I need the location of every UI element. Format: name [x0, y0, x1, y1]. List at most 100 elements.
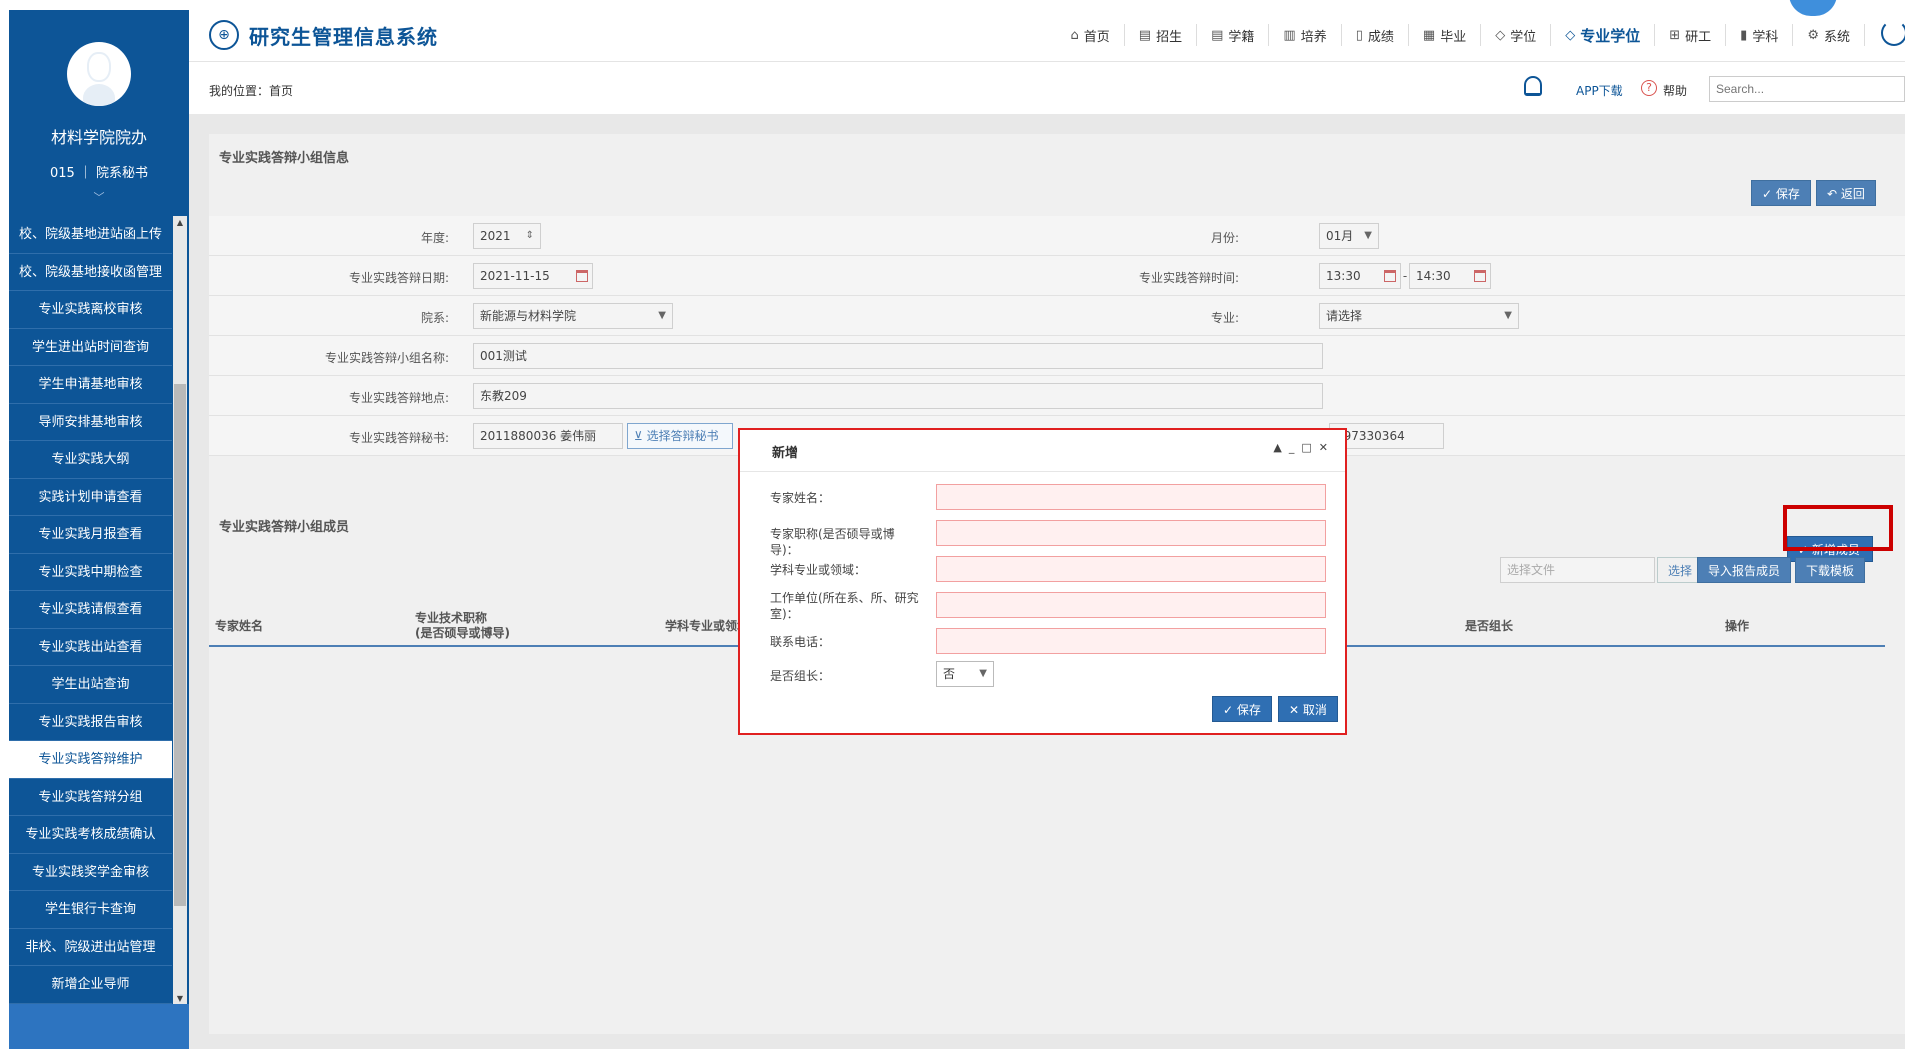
- date-input[interactable]: 2021-11-15: [473, 263, 593, 289]
- expert-title-input[interactable]: [936, 520, 1326, 546]
- nav-item[interactable]: ▮ 学科: [1726, 24, 1794, 46]
- help-icon[interactable]: ?: [1641, 80, 1657, 96]
- nav-label: 毕业: [1440, 29, 1467, 45]
- bell-icon[interactable]: [1524, 76, 1542, 96]
- dialog-save-button[interactable]: ✓ 保存: [1212, 696, 1272, 722]
- month-select[interactable]: 01月 ▼: [1319, 223, 1379, 249]
- sidebar-item[interactable]: 专业实践出站查看: [9, 629, 172, 666]
- nav-item[interactable]: ▤ 招生: [1125, 24, 1198, 46]
- year-value: 2021: [480, 229, 511, 243]
- nav-item[interactable]: ▤ 学籍: [1197, 24, 1270, 46]
- time-start-value: 13:30: [1326, 269, 1361, 283]
- sidebar-item[interactable]: 学生出站查询: [9, 666, 172, 704]
- department-name: 材料学院院办: [50, 128, 147, 147]
- avatar: [67, 42, 131, 106]
- sidebar-item[interactable]: 学生进出站时间查询: [9, 329, 172, 366]
- dept-select[interactable]: 新能源与材料学院 ▼: [473, 303, 673, 329]
- sidebar-item[interactable]: 学生申请基地审核: [9, 366, 172, 404]
- nav-item[interactable]: ◇ 学位: [1481, 24, 1552, 46]
- help-link[interactable]: 帮助: [1663, 82, 1687, 99]
- id-card-icon: ▤: [1211, 27, 1224, 43]
- nav-item[interactable]: ▦ 毕业: [1409, 24, 1482, 46]
- time-start-input[interactable]: 13:30: [1319, 263, 1401, 289]
- sidebar-item[interactable]: 专业实践离校审核: [9, 291, 172, 329]
- chevron-down-icon[interactable]: ﹀: [9, 189, 189, 205]
- discipline-input[interactable]: [936, 556, 1326, 582]
- power-icon[interactable]: [1881, 20, 1905, 46]
- nav-item[interactable]: ◇ 专业学位: [1551, 24, 1656, 46]
- graduation-cap-icon: ◇: [1495, 27, 1506, 43]
- major-select[interactable]: 请选择 ▼: [1319, 303, 1519, 329]
- sidebar-item[interactable]: 新增企业导师: [9, 966, 172, 1004]
- nav-label: 专业学位: [1580, 26, 1641, 45]
- sidebar-item[interactable]: 非校、院级进出站管理: [9, 929, 172, 966]
- time-end-input[interactable]: 14:30: [1409, 263, 1491, 289]
- calendar-icon[interactable]: [1384, 270, 1396, 282]
- search-input[interactable]: [1709, 76, 1905, 102]
- form-row-dept: 院系: 新能源与材料学院 ▼ 专业: 请选择 ▼: [209, 296, 1905, 336]
- dialog-controls: ▲_□✕: [1273, 441, 1335, 454]
- discipline-label: 学科专业或领域：: [770, 563, 867, 577]
- header: ⊕ 研究生管理信息系统 ⌂ 首页 ▤ 招生 ▤ 学籍 ▥ 培养 ▯ 成绩 ▦ 毕业 ◇ 学位 ◇ 专业学位 ⊞ 研…: [189, 0, 1905, 62]
- id-card-icon: ▤: [1138, 27, 1152, 43]
- sidebar-item[interactable]: 校、院级基地接收函管理: [9, 254, 172, 291]
- expert-name-input[interactable]: [936, 484, 1326, 510]
- sidebar-item[interactable]: 实践计划申请查看: [9, 479, 172, 516]
- scroll-up-icon[interactable]: ▲: [173, 216, 187, 230]
- app-download-link[interactable]: APP下载: [1576, 82, 1623, 99]
- sidebar-item[interactable]: 专业实践报告审核: [9, 704, 172, 741]
- maximize-icon[interactable]: □: [1301, 441, 1318, 454]
- sidebar-item[interactable]: 专业实践大纲: [9, 441, 172, 479]
- minimize-icon[interactable]: _: [1289, 441, 1302, 454]
- nav-label: 招生: [1156, 29, 1183, 45]
- col-title: 专业技术职称 (是否硕导或博导): [409, 606, 659, 647]
- sidebar-scrollbar[interactable]: ▲ ▼: [173, 216, 187, 1006]
- sidebar-item[interactable]: 学生银行卡查询: [9, 891, 172, 929]
- save-label: 保存: [1775, 187, 1800, 201]
- nav-label: 学科: [1752, 29, 1779, 45]
- form-row-place: 专业实践答辩地点: 东教209: [209, 376, 1905, 416]
- file-input[interactable]: 选择文件: [1500, 557, 1655, 583]
- nav-item[interactable]: ⊞ 研工: [1655, 24, 1727, 46]
- import-members-button[interactable]: 导入报告成员: [1697, 557, 1792, 583]
- members-title: 专业实践答辩小组成员: [219, 520, 350, 535]
- download-template-button[interactable]: 下载模板: [1795, 557, 1866, 583]
- dialog-cancel-button[interactable]: ✕ 取消: [1278, 696, 1338, 722]
- place-input[interactable]: 东教209: [473, 383, 1323, 409]
- sidebar-item[interactable]: 专业实践答辩维护: [9, 741, 172, 779]
- main-content: 专业实践答辩小组信息 ✓ 保存 ↶ 返回 年度: 2021 ⇕ 月份: 01月 ▼ …: [189, 114, 1905, 1049]
- sidebar-item[interactable]: 专业实践答辩分组: [9, 779, 172, 816]
- sidebar-item[interactable]: 专业实践奖学金审核: [9, 854, 172, 891]
- nav-item[interactable]: ▥ 培养: [1269, 24, 1342, 46]
- sidebar-item[interactable]: 专业实践中期检查: [9, 554, 172, 591]
- graduation-cap-icon: ◇: [1565, 27, 1576, 43]
- chevron-down-icon: ▼: [979, 668, 987, 679]
- nav-item[interactable]: ▯ 成绩: [1342, 24, 1409, 46]
- group-name-input[interactable]: 001测试: [473, 343, 1323, 369]
- spinner-icon[interactable]: ⇕: [526, 224, 534, 248]
- sidebar-item[interactable]: 导师安排基地审核: [9, 404, 172, 441]
- collapse-icon[interactable]: ▲: [1273, 441, 1288, 454]
- sidebar-item[interactable]: 专业实践月报查看: [9, 516, 172, 554]
- scrollbar-thumb[interactable]: [174, 384, 186, 906]
- year-stepper[interactable]: 2021 ⇕: [473, 223, 541, 249]
- work-unit-input[interactable]: [936, 592, 1326, 618]
- phone-input[interactable]: [936, 628, 1326, 654]
- choose-secretary-label: 选择答辩秘书: [646, 429, 719, 443]
- nav-item[interactable]: ⚙ 系统: [1793, 24, 1865, 46]
- sidebar-item[interactable]: 专业实践考核成绩确认: [9, 816, 172, 854]
- calendar-icon[interactable]: [576, 270, 588, 282]
- sidebar-item[interactable]: 校、院级基地进站函上传: [9, 216, 172, 254]
- secretary-input[interactable]: 2011880036 姜伟丽: [473, 423, 623, 449]
- nav-label: 学籍: [1228, 29, 1255, 45]
- close-icon[interactable]: ✕: [1319, 441, 1335, 454]
- sidebar-item[interactable]: 专业实践请假查看: [9, 591, 172, 629]
- save-button[interactable]: ✓ 保存: [1751, 180, 1811, 206]
- back-button[interactable]: ↶ 返回: [1816, 180, 1876, 206]
- chevron-down-icon: ▼: [1504, 310, 1512, 321]
- month-value: 01月: [1326, 229, 1354, 243]
- choose-secretary-button[interactable]: ⊻ 选择答辩秘书: [627, 423, 733, 449]
- leader-select[interactable]: 否 ▼: [936, 661, 994, 687]
- calendar-icon[interactable]: [1474, 270, 1486, 282]
- nav-item[interactable]: ⌂ 首页: [1057, 24, 1125, 46]
